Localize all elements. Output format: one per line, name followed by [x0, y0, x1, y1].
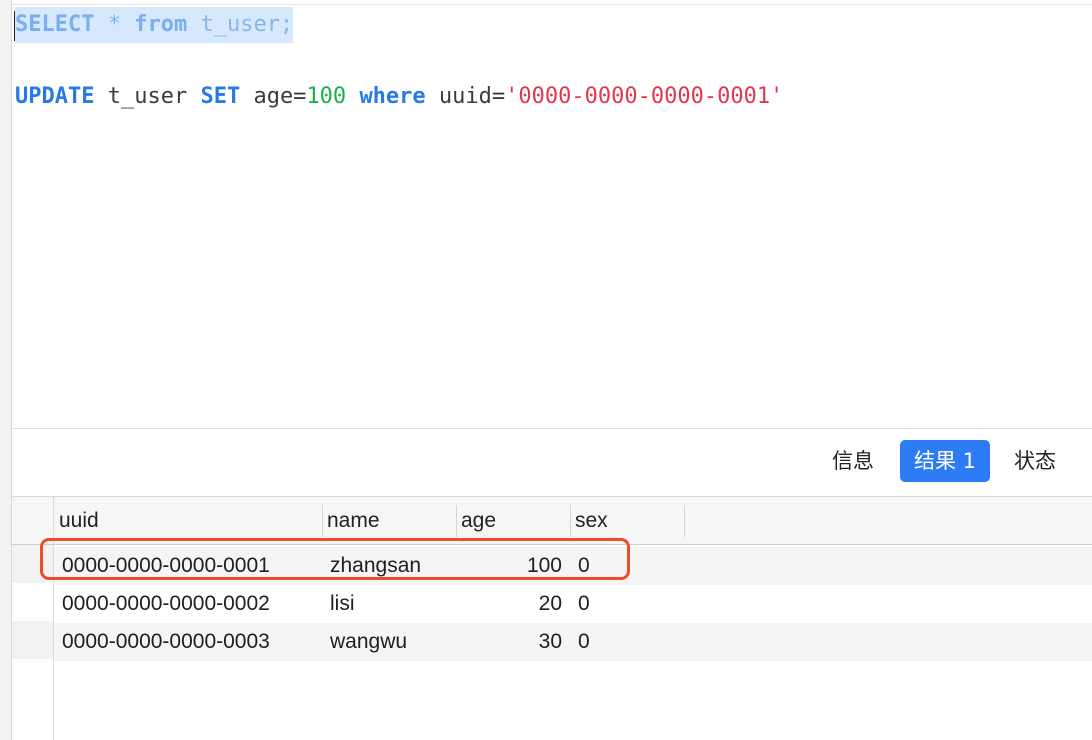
- table-row[interactable]: 0000-0000-0000-0002 lisi 20 0: [54, 585, 1092, 623]
- keyword-update: UPDATE: [15, 84, 95, 109]
- cell-name[interactable]: wangwu: [330, 623, 407, 661]
- code-text: t_user: [94, 84, 201, 109]
- cell-sex[interactable]: 0: [578, 585, 590, 623]
- sql-editor[interactable]: SELECT * from t_user; UPDATE t_user SET …: [12, 6, 1092, 428]
- code-text: uuid=: [425, 84, 506, 109]
- highlight-annotation: [40, 538, 630, 580]
- keyword-set: SET: [200, 84, 241, 109]
- table-row[interactable]: 0000-0000-0000-0003 wangwu 30 0: [54, 623, 1092, 661]
- result-tabs-bar: 信息 结果 1 状态: [12, 430, 1092, 496]
- column-header-name[interactable]: name: [322, 497, 456, 544]
- number-literal: 100: [306, 84, 347, 109]
- code-text: *: [94, 12, 135, 37]
- keyword-select: SELECT: [15, 12, 95, 37]
- cell-uuid[interactable]: 0000-0000-0000-0003: [62, 623, 270, 661]
- keyword-from: from: [134, 12, 188, 37]
- sql-line-2[interactable]: UPDATE t_user SET age=100 where uuid='00…: [15, 79, 783, 115]
- string-literal: '0000-0000-0000-0001': [505, 84, 784, 109]
- top-divider: [12, 0, 1092, 5]
- cell-uuid[interactable]: 0000-0000-0000-0002: [62, 585, 270, 623]
- code-text: age=: [240, 84, 307, 109]
- cell-age[interactable]: 20: [466, 585, 562, 623]
- row-number-divider: [12, 497, 54, 740]
- column-header-uuid[interactable]: uuid: [54, 497, 322, 544]
- cell-name[interactable]: lisi: [330, 585, 355, 623]
- result-grid[interactable]: uuid name age sex 0000-0000-0000-0001 zh…: [12, 497, 1092, 740]
- cell-sex[interactable]: 0: [578, 623, 590, 661]
- tab-result-1[interactable]: 结果 1: [900, 440, 991, 482]
- selected-text: SELECT * from t_user;: [15, 7, 294, 43]
- sql-line-1[interactable]: SELECT * from t_user;: [15, 7, 294, 43]
- tab-status[interactable]: 状态: [1002, 440, 1068, 482]
- column-separator[interactable]: [684, 505, 685, 537]
- code-text: t_user;: [187, 12, 294, 37]
- editor-gutter: [0, 0, 12, 740]
- cell-age[interactable]: 30: [466, 623, 562, 661]
- column-header-sex[interactable]: sex: [570, 497, 684, 544]
- tab-info[interactable]: 信息: [820, 440, 886, 482]
- keyword-where: where: [359, 84, 426, 109]
- column-header-age[interactable]: age: [456, 497, 570, 544]
